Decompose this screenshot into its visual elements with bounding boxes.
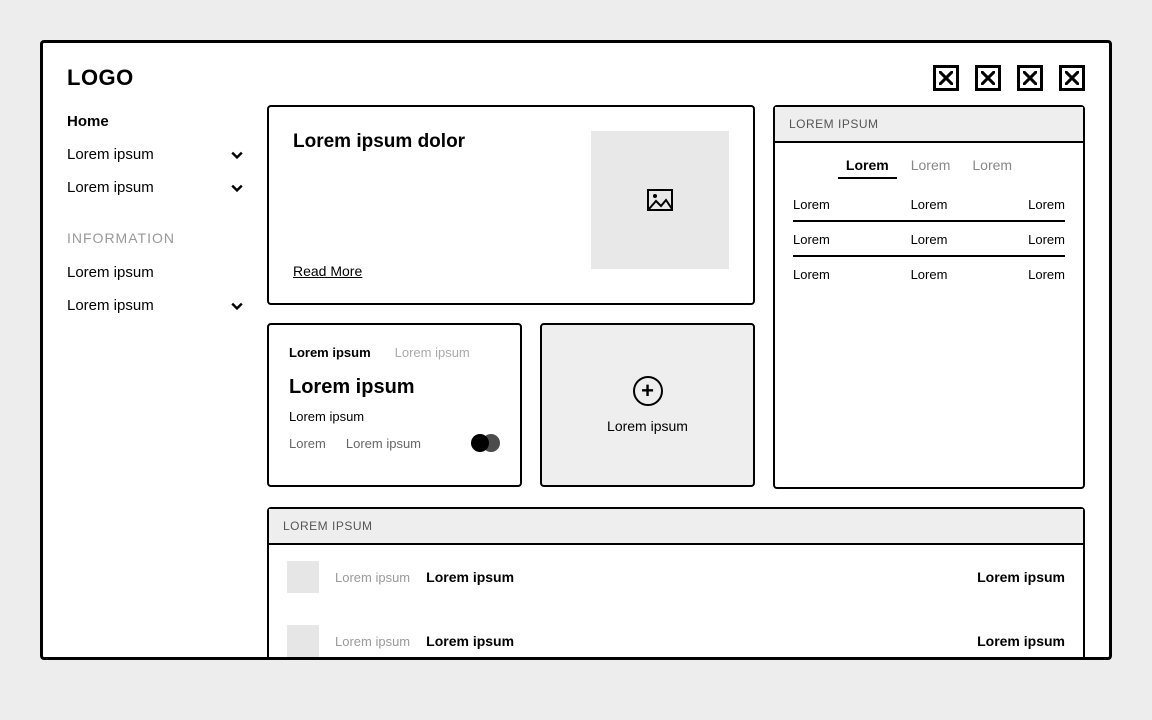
sidebar-item-label: Lorem ipsum xyxy=(67,146,154,163)
info-subline: Lorem ipsum xyxy=(289,409,500,424)
grid-row: Lorem Lorem Lorem xyxy=(793,257,1065,292)
sidebar-item-label: Lorem ipsum xyxy=(67,297,154,314)
main: Lorem ipsum dolor Read More xyxy=(267,105,1085,489)
thumbnail-placeholder xyxy=(287,561,319,593)
sidebar-item-label: Lorem ipsum xyxy=(67,179,154,196)
hero-image-placeholder xyxy=(591,131,729,269)
info-foot-1: Lorem xyxy=(289,436,326,451)
chevron-down-icon xyxy=(231,300,243,312)
bottom-panel-header: LOREM IPSUM xyxy=(269,509,1083,545)
logo: LOGO xyxy=(67,65,134,91)
image-icon xyxy=(647,189,673,211)
info-card-tabs: Lorem ipsum Lorem ipsum xyxy=(289,345,500,360)
grid-cell: Lorem xyxy=(1028,197,1065,212)
hero-title: Lorem ipsum dolor xyxy=(293,131,567,153)
right-panel-grid: Lorem Lorem Lorem Lorem Lorem Lorem Lore… xyxy=(775,187,1083,310)
grid-cell: Lorem xyxy=(911,232,948,247)
grid-cell: Lorem xyxy=(793,197,830,212)
list-label-muted: Lorem ipsum xyxy=(335,570,410,585)
topbar-actions xyxy=(933,65,1085,91)
action-icon-1[interactable] xyxy=(933,65,959,91)
grid-cell: Lorem xyxy=(1028,267,1065,282)
add-card[interactable]: Lorem ipsum xyxy=(540,323,755,487)
sidebar: Home Lorem ipsum Lorem ipsum INFORMATION… xyxy=(67,105,243,489)
right-panel-header: LOREM IPSUM xyxy=(775,107,1083,143)
info-headline: Lorem ipsum xyxy=(289,376,500,399)
app-frame: LOGO Home Lorem ipsum Lorem ipsum INFORM… xyxy=(40,40,1112,660)
info-tab-active[interactable]: Lorem ipsum xyxy=(289,345,371,360)
list-label-muted: Lorem ipsum xyxy=(335,634,410,649)
hero-card: Lorem ipsum dolor Read More xyxy=(267,105,755,305)
sidebar-item-2[interactable]: Lorem ipsum xyxy=(67,171,243,204)
action-icon-3[interactable] xyxy=(1017,65,1043,91)
cards-row: Lorem ipsum Lorem ipsum Lorem ipsum Lore… xyxy=(267,323,755,487)
sidebar-item-label: Lorem ipsum xyxy=(67,264,154,281)
grid-row: Lorem Lorem Lorem xyxy=(793,187,1065,222)
grid-cell: Lorem xyxy=(793,232,830,247)
thumbnail-placeholder xyxy=(287,625,319,657)
info-tab-inactive[interactable]: Lorem ipsum xyxy=(395,345,470,360)
topbar: LOGO xyxy=(67,65,1085,91)
list-row[interactable]: Lorem ipsum Lorem ipsum Lorem ipsum xyxy=(269,609,1083,660)
sidebar-item-1[interactable]: Lorem ipsum xyxy=(67,138,243,171)
right-panel: LOREM IPSUM Lorem Lorem Lorem Lorem Lore… xyxy=(773,105,1085,489)
chevron-down-icon xyxy=(231,149,243,161)
sidebar-info-item-0[interactable]: Lorem ipsum xyxy=(67,256,243,289)
grid-cell: Lorem xyxy=(793,267,830,282)
main-right: LOREM IPSUM Lorem Lorem Lorem Lorem Lore… xyxy=(773,105,1085,489)
grid-cell: Lorem xyxy=(1028,232,1065,247)
hero-text: Lorem ipsum dolor Read More xyxy=(293,131,567,279)
right-panel-tabs: Lorem Lorem Lorem xyxy=(775,143,1083,187)
info-card: Lorem ipsum Lorem ipsum Lorem ipsum Lore… xyxy=(267,323,522,487)
chevron-down-icon xyxy=(231,182,243,194)
bottom-panel: LOREM IPSUM Lorem ipsum Lorem ipsum Lore… xyxy=(267,507,1085,660)
list-label-right: Lorem ipsum xyxy=(977,569,1065,585)
layout: Home Lorem ipsum Lorem ipsum INFORMATION… xyxy=(67,105,1085,489)
list-row[interactable]: Lorem ipsum Lorem ipsum Lorem ipsum xyxy=(269,545,1083,609)
grid-cell: Lorem xyxy=(911,197,948,212)
sidebar-item-home[interactable]: Home xyxy=(67,105,243,138)
read-more-link[interactable]: Read More xyxy=(293,263,567,279)
info-footer: Lorem Lorem ipsum xyxy=(289,434,500,452)
action-icon-4[interactable] xyxy=(1059,65,1085,91)
tab-0[interactable]: Lorem xyxy=(846,157,889,173)
grid-cell: Lorem xyxy=(911,267,948,282)
list-label-right: Lorem ipsum xyxy=(977,633,1065,649)
list-label-bold: Lorem ipsum xyxy=(426,633,514,649)
sidebar-info-item-1[interactable]: Lorem ipsum xyxy=(67,289,243,322)
info-foot-2: Lorem ipsum xyxy=(346,436,421,451)
add-card-label: Lorem ipsum xyxy=(607,418,688,434)
plus-circle-icon xyxy=(633,376,663,406)
main-left: Lorem ipsum dolor Read More xyxy=(267,105,755,489)
tab-1[interactable]: Lorem xyxy=(911,157,951,173)
sidebar-section-title: INFORMATION xyxy=(67,230,243,246)
mastercard-icon xyxy=(471,434,500,452)
tab-2[interactable]: Lorem xyxy=(972,157,1012,173)
list-label-bold: Lorem ipsum xyxy=(426,569,514,585)
sidebar-item-label: Home xyxy=(67,113,109,130)
action-icon-2[interactable] xyxy=(975,65,1001,91)
grid-row: Lorem Lorem Lorem xyxy=(793,222,1065,257)
